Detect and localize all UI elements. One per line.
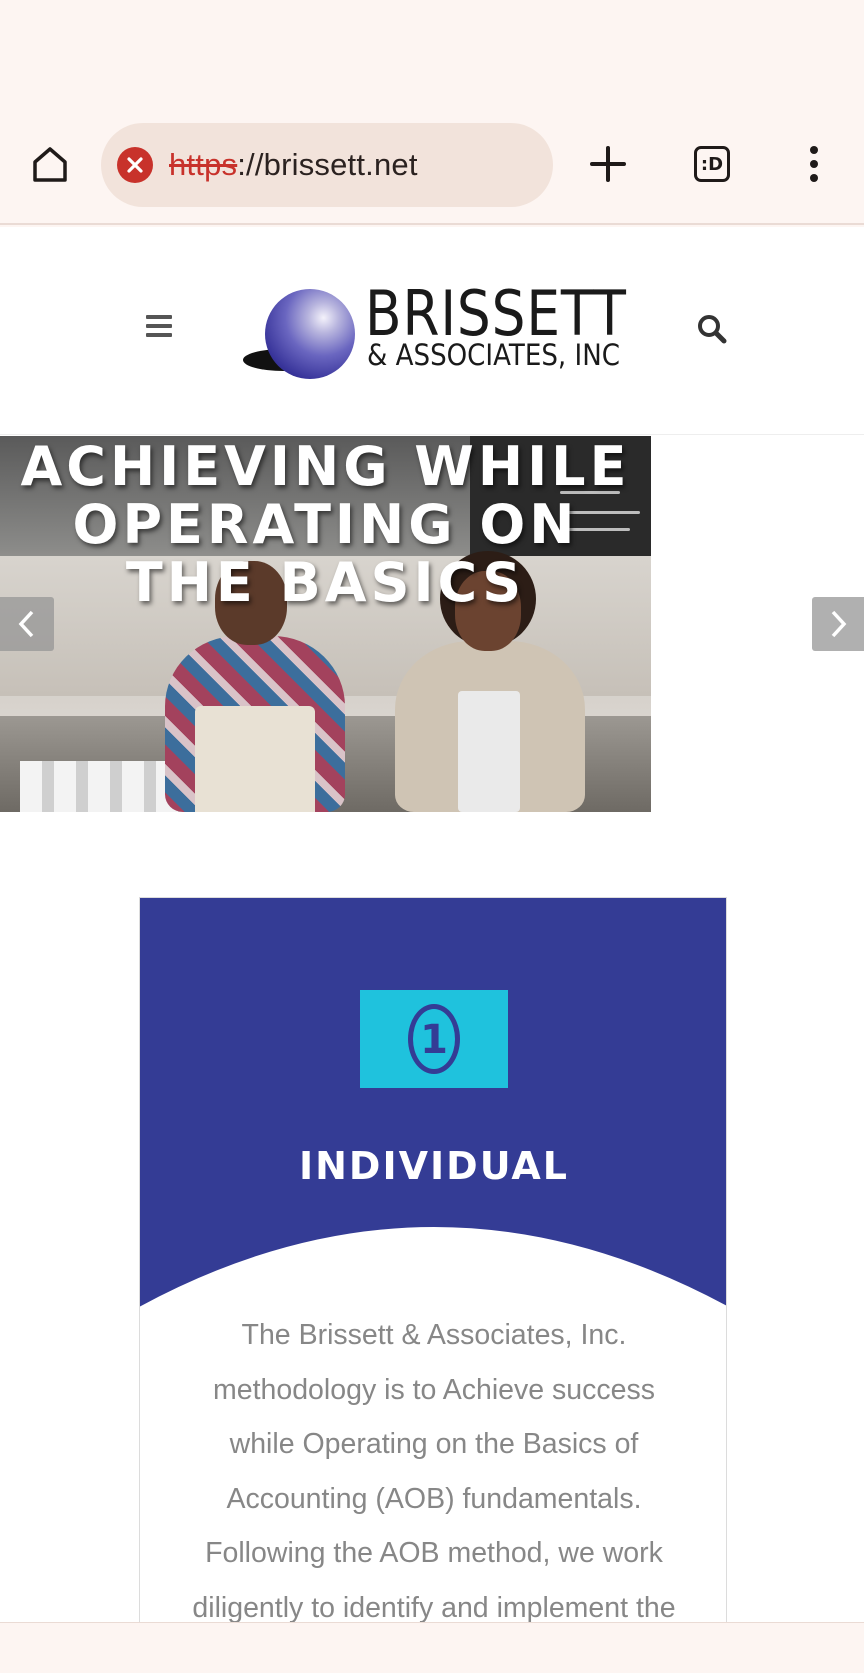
url-text[interactable]: https://brissett.net bbox=[169, 147, 418, 183]
url-host: ://brissett.net bbox=[237, 147, 418, 182]
slide-image: ACHIEVING WHILE OPERATING ON THE BASICS bbox=[0, 436, 651, 812]
browser-menu-button[interactable] bbox=[782, 132, 846, 196]
chevron-right-icon bbox=[831, 610, 847, 638]
site-logo[interactable]: BRISSETT & ASSOCIATES, INC bbox=[243, 279, 626, 379]
home-icon bbox=[33, 147, 67, 182]
chevron-left-icon bbox=[18, 610, 34, 638]
hamburger-icon[interactable] bbox=[146, 315, 172, 337]
slide-headline: ACHIEVING WHILE OPERATING ON THE BASICS bbox=[0, 436, 651, 612]
card-body: The Brissett & Associates, Inc. methodol… bbox=[160, 1308, 708, 1622]
logo-sphere bbox=[265, 289, 355, 379]
address-bar[interactable]: https://brissett.net bbox=[101, 123, 553, 207]
card-body-line: diligently to identify and implement the bbox=[192, 1591, 676, 1623]
man-apron bbox=[195, 706, 315, 812]
new-tab-button[interactable] bbox=[576, 132, 640, 196]
tab-switcher-button[interactable]: :D bbox=[680, 132, 744, 196]
card-body-line: Following the AOB method, we work bbox=[205, 1537, 663, 1569]
insecure-warning-icon[interactable] bbox=[117, 147, 153, 183]
logo-subtitle: & ASSOCIATES, INC bbox=[367, 338, 620, 372]
status-bar-area bbox=[0, 0, 864, 110]
dollar-bill-icon: 1 bbox=[360, 990, 508, 1088]
headline-line: ACHIEVING WHILE bbox=[20, 436, 631, 498]
web-page: BRISSETT & ASSOCIATES, INC ACHIEVING WHI… bbox=[0, 227, 864, 1622]
logo-title: BRISSETT bbox=[365, 277, 627, 350]
plus-icon bbox=[590, 146, 626, 182]
more-vert-icon bbox=[810, 146, 818, 182]
tab-switcher-icon: :D bbox=[694, 146, 730, 182]
card-body-line: The Brissett & Associates, Inc. bbox=[241, 1319, 627, 1351]
search-icon[interactable] bbox=[697, 314, 727, 344]
bottom-bar bbox=[0, 1622, 864, 1673]
hero-slider: ACHIEVING WHILE OPERATING ON THE BASICS bbox=[0, 436, 864, 812]
home-button[interactable] bbox=[18, 132, 82, 196]
site-header: BRISSETT & ASSOCIATES, INC bbox=[0, 227, 864, 435]
slider-prev-button[interactable] bbox=[0, 597, 54, 651]
card-body-line: Accounting (AOB) fundamentals. bbox=[226, 1482, 642, 1515]
headline-line: OPERATING ON bbox=[72, 493, 579, 556]
browser-toolbar: https://brissett.net :D bbox=[0, 110, 864, 225]
card-body-line: while Operating on the Basics of bbox=[229, 1428, 639, 1460]
service-card-individual[interactable]: 1 INDIVIDUAL The Brissett & Associates, … bbox=[139, 897, 727, 1622]
url-scheme: https bbox=[169, 147, 238, 182]
headline-line: THE BASICS bbox=[125, 551, 526, 614]
bill-digit: 1 bbox=[420, 1017, 448, 1063]
card-header-background bbox=[140, 898, 726, 1307]
woman-dress bbox=[458, 691, 520, 812]
slider-next-button[interactable] bbox=[812, 597, 864, 651]
card-body-line: methodology is to Achieve success bbox=[213, 1373, 655, 1406]
card-title: INDIVIDUAL bbox=[298, 1144, 570, 1188]
